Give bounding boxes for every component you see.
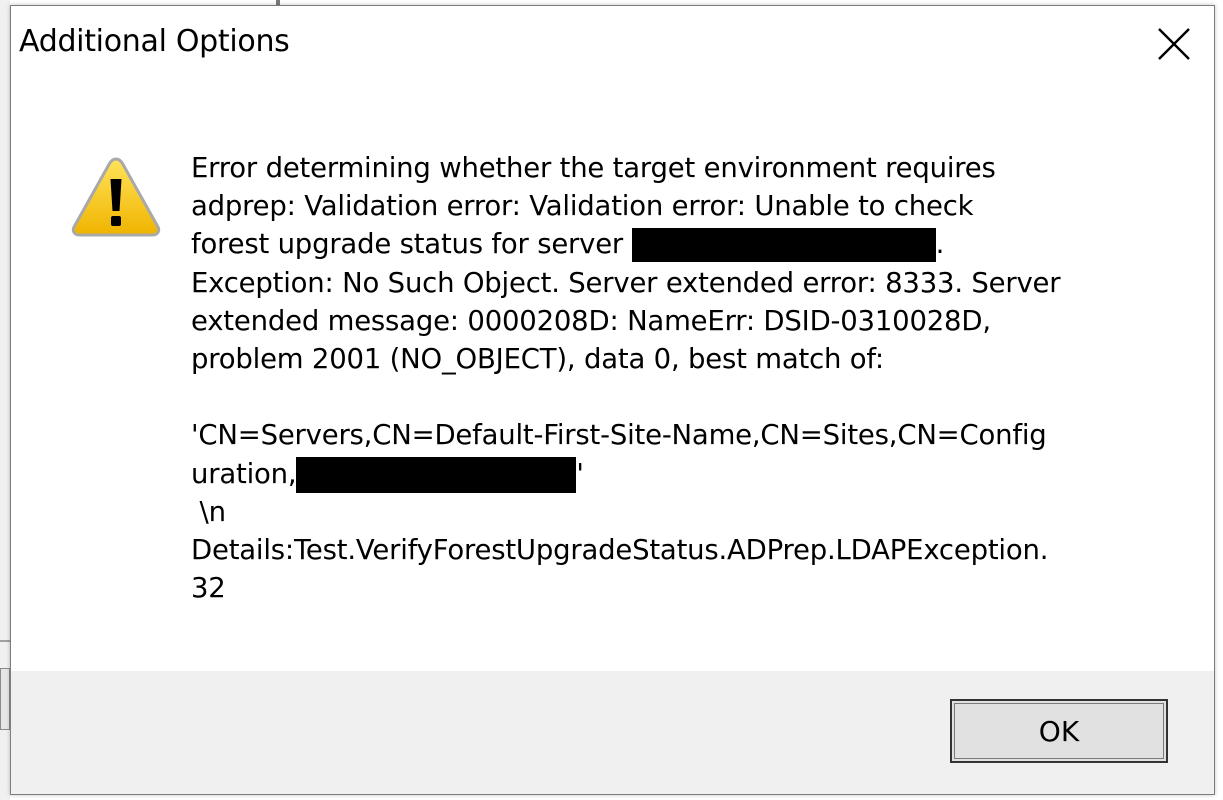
- message-line: 32: [191, 572, 226, 605]
- background-scrollbar: [0, 668, 10, 730]
- ok-button[interactable]: OK: [950, 699, 1168, 763]
- background-divider: [0, 640, 10, 642]
- error-message: Error determining whether the target env…: [191, 149, 1151, 607]
- message-line: Exception: No Such Object. Server extend…: [191, 266, 1061, 299]
- redacted-domain: [296, 456, 577, 493]
- dialog-titlebar: Additional Options: [11, 6, 1214, 81]
- close-button[interactable]: [1134, 6, 1214, 81]
- message-line: 'CN=Servers,CN=Default-First-Site-Name,C…: [191, 419, 1047, 452]
- message-line-server: forest upgrade status for server .: [191, 225, 1151, 263]
- warning-icon: [71, 157, 161, 237]
- message-line-domain: uration, ': [191, 455, 1151, 493]
- dialog-footer: OK: [11, 671, 1214, 794]
- message-line: adprep: Validation error: Validation err…: [191, 190, 974, 223]
- message-text: uration,: [191, 457, 297, 490]
- close-icon: [1158, 27, 1190, 60]
- dialog-content: Error determining whether the target env…: [11, 81, 1214, 671]
- message-text: forest upgrade status for server: [191, 228, 632, 261]
- message-spacer: [191, 378, 1151, 416]
- additional-options-dialog: Additional Options Error determining whe…: [10, 5, 1215, 795]
- message-line: Details:Test.VerifyForestUpgradeStatus.A…: [191, 534, 1049, 567]
- message-line: Error determining whether the target env…: [191, 152, 996, 184]
- message-line: extended message: 0000208D: NameErr: DSI…: [191, 304, 991, 337]
- dialog-title: Additional Options: [19, 24, 290, 59]
- message-text: .: [935, 228, 945, 261]
- message-line: \n: [191, 495, 227, 528]
- message-text: ': [576, 457, 584, 490]
- redacted-server-name: [631, 228, 936, 263]
- message-line: problem 2001 (NO_OBJECT), data 0, best m…: [191, 343, 884, 376]
